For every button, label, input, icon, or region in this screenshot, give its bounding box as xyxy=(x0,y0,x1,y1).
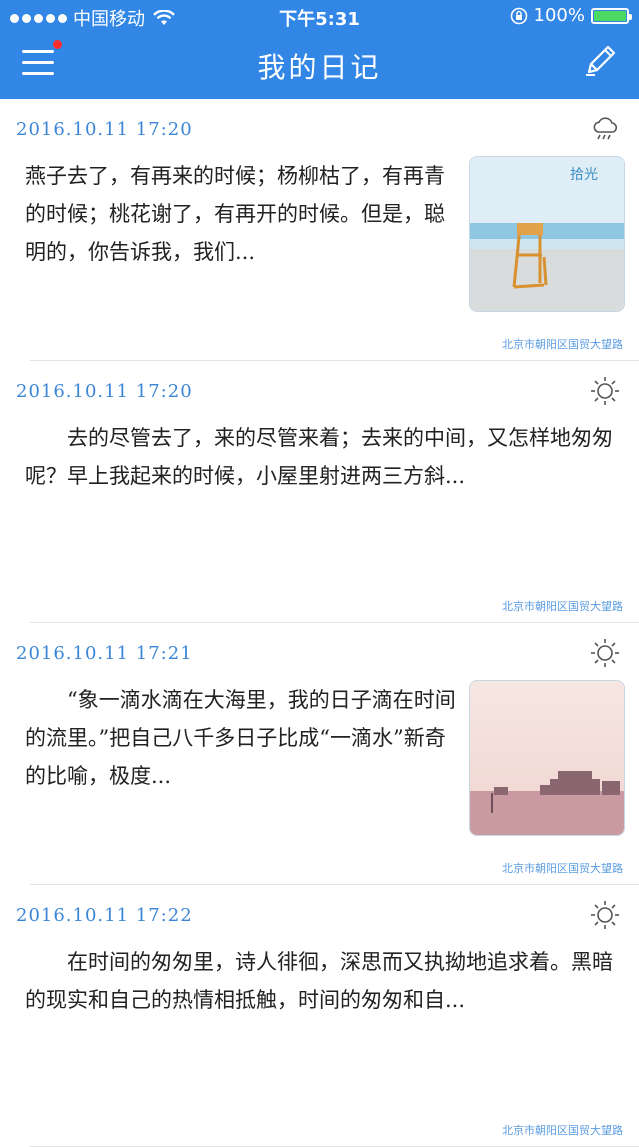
diary-entry[interactable]: 2016.10.11 17:21 “象一滴水滴在大海里，我的日子滴在时间的流里。… xyxy=(16,623,639,885)
entry-location: 北京市朝阳区国贸大望路 xyxy=(502,338,623,351)
status-bar: 中国移动 下午5:31 100% xyxy=(0,0,639,32)
battery-percent: 100% xyxy=(533,5,585,26)
diary-entry[interactable]: 2016.10.11 17:20 燕子去了，有再来的时候；杨柳枯了，有再青的时候… xyxy=(16,99,639,361)
sun-icon xyxy=(591,901,619,929)
cloudy-rain-icon xyxy=(593,117,618,140)
sun-icon xyxy=(591,639,619,667)
nav-bar: 中国移动 下午5:31 100% 我的日记 xyxy=(0,0,639,99)
entry-location: 北京市朝阳区国贸大望路 xyxy=(502,862,623,875)
entry-text: 燕子去了，有再来的时候；杨柳枯了，有再青的时候；桃花谢了，有再开的时候。但是，聪… xyxy=(25,164,445,264)
edit-button[interactable] xyxy=(581,40,621,80)
entry-date: 2016.10.11 17:22 xyxy=(16,905,193,926)
battery-icon xyxy=(591,7,632,24)
sun-icon xyxy=(591,377,619,405)
entry-photo[interactable] xyxy=(469,680,625,836)
entry-text: 在时间的匆匆里，诗人徘徊，深思而又执拗地追求着。黑暗的现实和自己的热情相抵触，时… xyxy=(25,950,613,1012)
entry-date: 2016.10.11 17:21 xyxy=(16,643,193,664)
photo-caption: 拾光 xyxy=(570,167,598,183)
entry-location: 北京市朝阳区国贸大望路 xyxy=(502,600,623,613)
entry-photo[interactable]: 拾光 xyxy=(469,156,625,312)
diary-entry[interactable]: 2016.10.11 17:20 去的尽管去了，来的尽管来着；去来的中间，又怎样… xyxy=(16,361,639,623)
page-title: 我的日记 xyxy=(257,51,382,84)
entry-date: 2016.10.11 17:20 xyxy=(16,381,193,402)
pencil-icon xyxy=(586,45,616,76)
orientation-lock-icon xyxy=(510,7,527,24)
entry-text: “象一滴水滴在大海里，我的日子滴在时间的流里。”把自己八千多日子比成“一滴水”新… xyxy=(25,688,456,788)
entry-text: 去的尽管去了，来的尽管来着；去来的中间，又怎样地匆匆呢？早上我起来的时候，小屋里… xyxy=(25,426,613,488)
diary-entry[interactable]: 2016.10.11 17:22 在时间的匆匆里，诗人徘徊，深思而又执拗地追求着… xyxy=(16,885,639,1147)
entry-date: 2016.10.11 17:20 xyxy=(16,119,193,140)
diary-list: 2016.10.11 17:20 燕子去了，有再来的时候；杨柳枯了，有再青的时候… xyxy=(0,99,639,1147)
